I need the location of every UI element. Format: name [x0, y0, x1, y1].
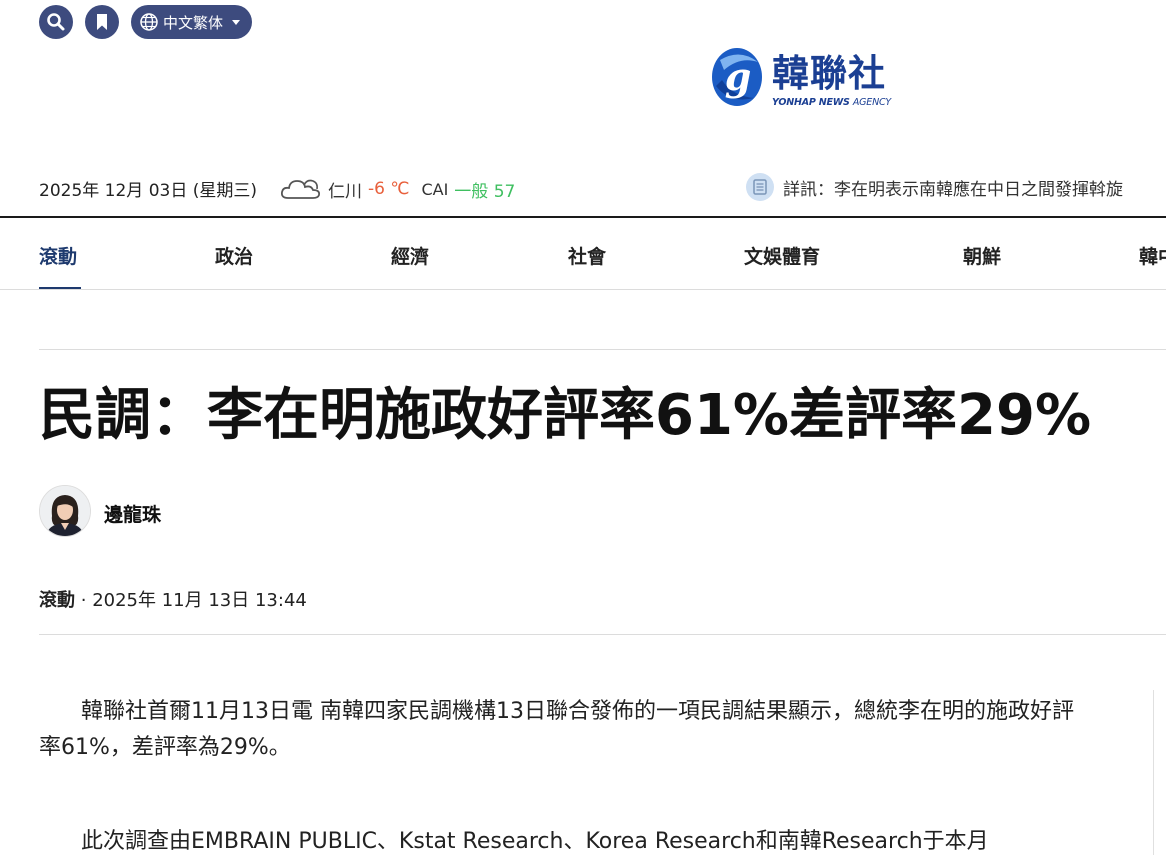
current-date: 2025年 12月 03日 (星期三) — [39, 181, 258, 201]
weather-widget: 仁川 -6 ℃ CAI 一般 57 — [280, 176, 515, 202]
search-button[interactable] — [39, 5, 73, 39]
nav-item-society[interactable]: 社會 — [568, 242, 606, 269]
nav-item-korea-china[interactable]: 韓中 — [1139, 242, 1166, 269]
nav-item-economy[interactable]: 經濟 — [391, 242, 429, 269]
bookmark-icon — [97, 14, 107, 30]
weather-temperature: -6 ℃ — [368, 179, 410, 199]
meta-separator: · — [80, 590, 87, 611]
body-side-rule — [1153, 690, 1154, 855]
cloud-icon — [280, 179, 321, 199]
divider — [39, 634, 1166, 635]
news-list-icon — [746, 173, 774, 201]
author-name[interactable]: 邊龍珠 — [104, 500, 161, 527]
language-selector[interactable]: 中文繁体 — [131, 5, 253, 39]
ticker-prefix: 詳訊： — [783, 179, 834, 200]
bookmark-button[interactable] — [85, 5, 119, 39]
chevron-down-icon — [232, 19, 241, 25]
article-headline: 民調：李在明施政好評率61%差評率29% — [39, 383, 1092, 448]
ticker-headline: 李在明表示南韓應在中日之間發揮斡旋 — [834, 179, 1123, 200]
language-label: 中文繁体 — [163, 13, 224, 32]
news-ticker[interactable]: 詳訊：李在明表示南韓應在中日之間發揮斡旋 — [745, 172, 1123, 202]
nav-top-border — [0, 216, 1166, 218]
yonhap-logo-icon: g — [712, 48, 762, 106]
search-icon — [47, 13, 65, 31]
aqi-label: CAI — [421, 179, 449, 199]
globe-icon — [140, 13, 158, 31]
weather-city: 仁川 — [328, 181, 362, 202]
author-avatar[interactable] — [39, 485, 91, 537]
logo-wordmark: 韓聯社 — [772, 52, 886, 95]
site-logo[interactable]: g 韓聯社 YONHAP NEWS AGENCY — [710, 46, 891, 108]
nav-item-scroll[interactable]: 滾動 — [39, 242, 77, 269]
nav-item-politics[interactable]: 政治 — [215, 242, 253, 269]
logo-subtitle: YONHAP NEWS AGENCY — [772, 97, 892, 108]
article-timestamp: 2025年 11月 13日 13:44 — [92, 590, 307, 611]
author-photo — [40, 486, 90, 536]
article-category[interactable]: 滾動 — [39, 590, 75, 611]
aqi-value: 一般 57 — [454, 181, 516, 202]
nav-item-north-korea[interactable]: 朝鮮 — [963, 242, 1001, 269]
divider — [39, 349, 1166, 350]
svg-text:g: g — [725, 54, 752, 99]
article-meta: 滾動 · 2025年 11月 13日 13:44 — [39, 586, 307, 612]
nav-bottom-border — [0, 289, 1166, 290]
article-paragraph: 韓聯社首爾11月13日電 南韓四家民調機構13日聯合發佈的一項民調結果顯示，總統… — [39, 699, 1074, 760]
nav-item-entertainment-sports[interactable]: 文娛體育 — [744, 242, 820, 269]
